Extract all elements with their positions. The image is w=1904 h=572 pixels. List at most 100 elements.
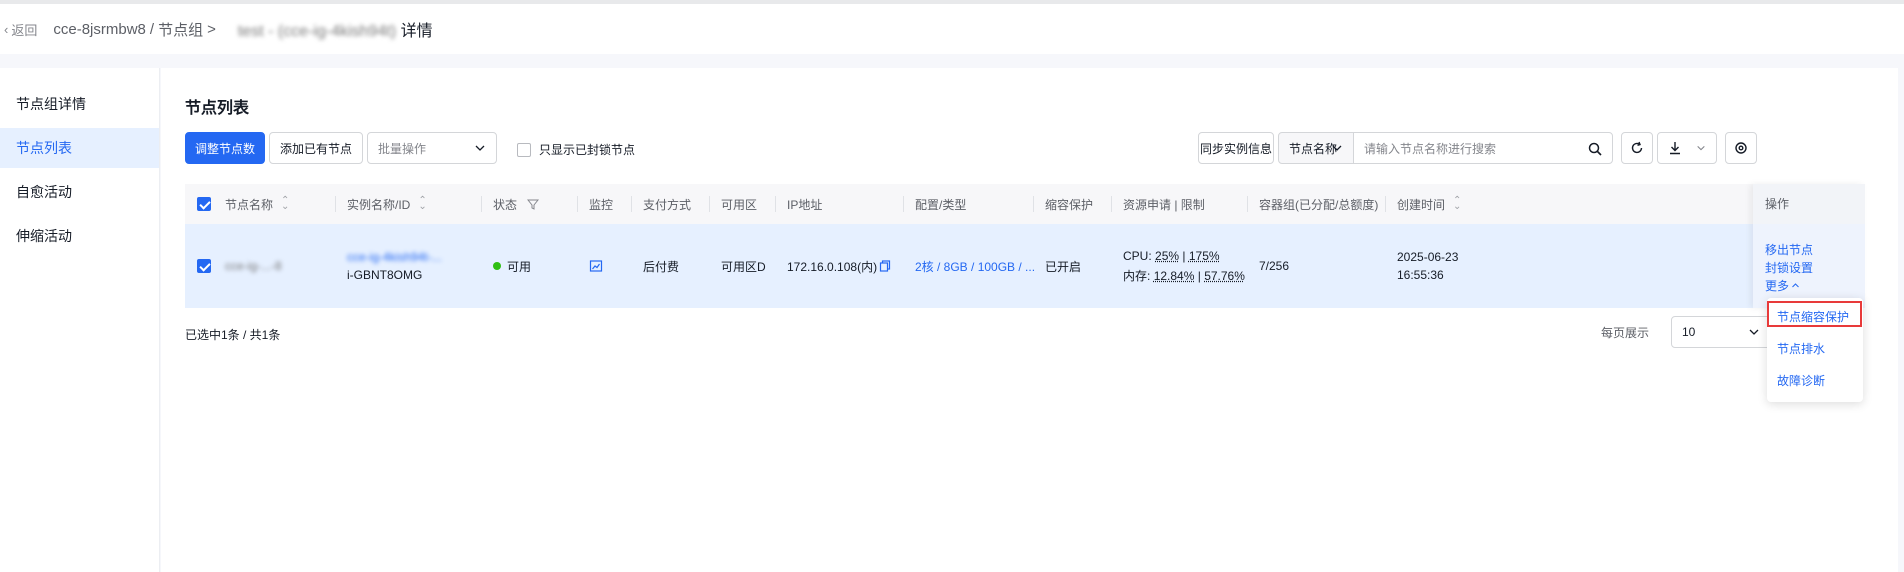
selection-info: 已选中1条 / 共1条 — [185, 328, 281, 342]
copy-icon[interactable] — [879, 260, 891, 272]
settings-button[interactable] — [1725, 132, 1757, 164]
add-existing-node-button[interactable]: 添加已有节点 — [269, 132, 363, 164]
only-locked-label: 只显示已封锁节点 — [539, 143, 636, 157]
search-field-label: 节点名称 — [1289, 141, 1338, 156]
status-cell: 可用 — [493, 224, 531, 308]
batch-operation-select[interactable]: 批量操作 — [367, 132, 497, 164]
header-pods: 容器组(已分配/总额度) — [1259, 197, 1379, 212]
column-divider — [903, 196, 904, 212]
chevron-down-icon — [1749, 329, 1759, 335]
sidebar-item-scaling[interactable]: 伸缩活动 — [0, 216, 159, 256]
header-scale-protect: 缩容保护 — [1045, 197, 1094, 212]
memory-label: 内存: — [1123, 268, 1151, 283]
chevron-down-icon — [1332, 145, 1342, 151]
sort-icon[interactable]: ⌃ ⌄ — [1453, 196, 1461, 212]
column-divider — [335, 196, 336, 212]
sort-icon[interactable]: ⌃ ⌄ — [281, 196, 289, 212]
created-time: 16:55:36 — [1397, 268, 1444, 282]
search-input[interactable]: 请输入节点名称进行搜索 — [1353, 132, 1613, 164]
header-zone: 可用区 — [721, 197, 758, 212]
sidebar-item-node-list[interactable]: 节点列表 — [0, 128, 159, 168]
only-locked-filter[interactable]: 只显示已封锁节点 — [517, 141, 635, 158]
search-placeholder: 请输入节点名称进行搜索 — [1364, 141, 1497, 156]
cpu-separator: | — [1179, 248, 1189, 263]
per-page-select[interactable]: 10 — [1671, 316, 1771, 348]
more-ops-link[interactable]: 更多 — [1765, 277, 1800, 294]
memory-request[interactable]: 12.84% — [1154, 269, 1195, 283]
memory-limit[interactable]: 57.76% — [1204, 269, 1245, 283]
instance-name-link[interactable]: cce-ig-4kish94t-... — [347, 250, 442, 264]
header-ip: IP地址 — [787, 197, 823, 212]
breadcrumb-cluster[interactable]: cce-8jsrmbw8 — [53, 21, 146, 38]
monitor-chart-icon[interactable] — [589, 259, 603, 273]
ip-cell: 172.16.0.108(内) — [787, 224, 891, 308]
pods-cell: 7/256 — [1259, 259, 1290, 273]
node-name-link[interactable]: cce-ig-...-8 — [225, 224, 282, 308]
created-cell: 2025-06-23 16:55:36 — [1397, 224, 1458, 308]
header-operations: 操作 — [1753, 184, 1865, 224]
toolbar: 调整节点数 添加已有节点 批量操作 只显示已封锁节点 同步实例信息 节点名称 请… — [185, 132, 1885, 166]
download-button[interactable] — [1657, 132, 1717, 164]
per-page-label: 每页展示 — [1601, 326, 1650, 340]
header-created[interactable]: 创建时间 ⌃ ⌄ — [1397, 184, 1461, 224]
sidebar-item-self-healing[interactable]: 自愈活动 — [0, 172, 159, 212]
chevron-left-icon: ‹ — [4, 21, 9, 37]
status-text: 可用 — [507, 259, 532, 274]
column-divider — [577, 196, 578, 212]
refresh-icon — [1631, 141, 1643, 154]
zone-cell: 可用区D — [721, 259, 766, 274]
page-title: test - (cce-ig-4kish94t) 详情 — [238, 17, 433, 41]
header-label: 创建时间 — [1397, 197, 1446, 212]
header-label: 节点名称 — [225, 197, 274, 212]
header-label: 实例名称/ID — [347, 197, 411, 212]
lock-settings-link[interactable]: 封锁设置 — [1765, 259, 1813, 276]
chevron-down-icon — [475, 145, 485, 151]
cpu-limit[interactable]: 175% — [1189, 249, 1220, 263]
header-status[interactable]: 状态 — [493, 184, 540, 224]
row-checkbox[interactable] — [197, 259, 211, 273]
select-all-checkbox[interactable] — [197, 197, 211, 211]
per-page-value: 10 — [1682, 325, 1696, 339]
refresh-button[interactable] — [1621, 132, 1653, 164]
header-resource: 资源申请 | 限制 — [1123, 197, 1205, 212]
config-link[interactable]: 2核 / 8GB / 100GB / ... — [915, 224, 1035, 308]
main-panel: 节点列表 调整节点数 添加已有节点 批量操作 只显示已封锁节点 同步实例信息 节… — [161, 68, 1898, 572]
created-date: 2025-06-23 — [1397, 250, 1459, 264]
chevron-up-icon — [1792, 283, 1799, 288]
header-payment: 支付方式 — [643, 197, 692, 212]
monitor-cell — [589, 224, 603, 308]
column-divider — [709, 196, 710, 212]
instance-cell: cce-ig-4kish94t-... i-GBNT8OMG — [347, 224, 442, 308]
breadcrumb-node-group[interactable]: 节点组 — [158, 19, 203, 40]
search-field-select[interactable]: 节点名称 — [1278, 132, 1354, 164]
adjust-nodes-button[interactable]: 调整节点数 — [185, 132, 265, 164]
row-checkbox-cell[interactable] — [197, 224, 211, 308]
column-divider — [631, 196, 632, 212]
memory-separator: | — [1194, 268, 1205, 283]
sort-icon[interactable]: ⌃ ⌄ — [418, 196, 426, 212]
sidebar: 节点组详情 节点列表 自愈活动 伸缩活动 — [0, 68, 160, 572]
back-link[interactable]: ‹ 返回 — [4, 20, 37, 39]
column-divider — [1247, 196, 1248, 212]
remove-node-link[interactable]: 移出节点 — [1765, 241, 1813, 258]
select-all-checkbox-cell[interactable] — [197, 184, 211, 224]
status-ok-icon — [493, 262, 501, 270]
menu-item-drain[interactable]: 节点排水 — [1777, 340, 1825, 357]
sidebar-item-group-detail[interactable]: 节点组详情 — [0, 84, 159, 124]
table-row[interactable]: cce-ig-...-8 cce-ig-4kish94t-... i-GBNT8… — [185, 224, 1865, 308]
highlight-box — [1767, 301, 1862, 327]
more-label: 更多 — [1765, 279, 1790, 293]
chevron-down-icon — [1697, 145, 1705, 151]
header-instance-name[interactable]: 实例名称/ID ⌃ ⌄ — [347, 184, 427, 224]
cpu-request[interactable]: 25% — [1155, 249, 1179, 263]
sync-instance-button[interactable]: 同步实例信息 — [1198, 132, 1274, 164]
only-locked-checkbox[interactable] — [517, 142, 531, 157]
filter-icon[interactable] — [527, 198, 540, 210]
back-label: 返回 — [11, 22, 38, 38]
group-name: test - (cce-ig-4kish94t) — [237, 23, 397, 40]
search-icon[interactable] — [1588, 142, 1602, 156]
header-label: 状态 — [493, 197, 518, 212]
menu-item-diagnose[interactable]: 故障诊断 — [1777, 372, 1825, 389]
table-header: 节点名称 ⌃ ⌄ 实例名称/ID ⌃ ⌄ 状态 监控 支付方式 可用区 IP地址 配置/… — [185, 184, 1865, 224]
header-node-name[interactable]: 节点名称 ⌃ ⌄ — [225, 184, 289, 224]
